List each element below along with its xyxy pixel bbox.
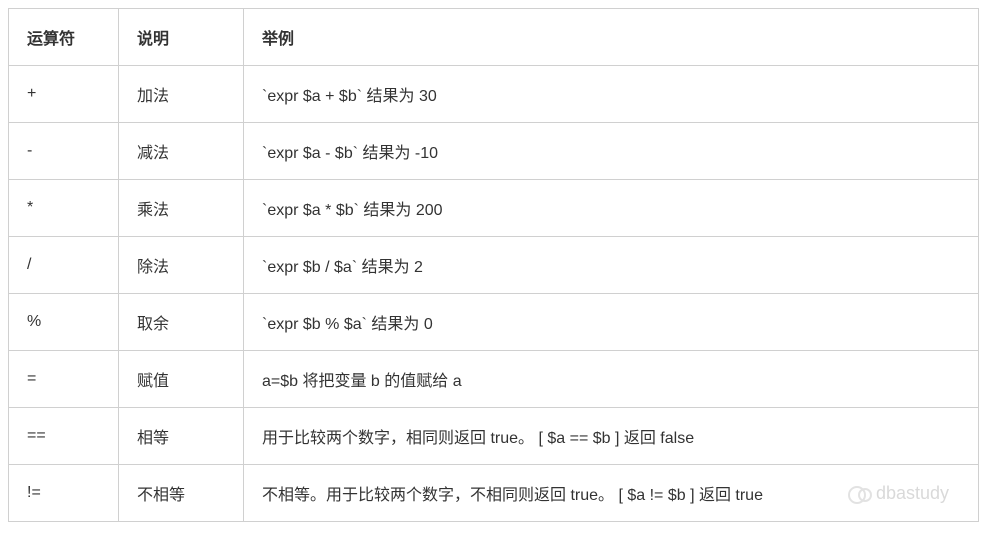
table-row: + 加法 `expr $a + $b` 结果为 30 bbox=[9, 66, 979, 123]
cell-example: `expr $a + $b` 结果为 30 bbox=[244, 66, 979, 123]
table-row: * 乘法 `expr $a * $b` 结果为 200 bbox=[9, 180, 979, 237]
cell-operator: - bbox=[9, 123, 119, 180]
table-row: - 减法 `expr $a - $b` 结果为 -10 bbox=[9, 123, 979, 180]
header-description: 说明 bbox=[119, 9, 244, 66]
table-header-row: 运算符 说明 举例 bbox=[9, 9, 979, 66]
cell-description: 不相等 bbox=[119, 465, 244, 522]
table-row: == 相等 用于比较两个数字，相同则返回 true。 [ $a == $b ] … bbox=[9, 408, 979, 465]
table-row: / 除法 `expr $b / $a` 结果为 2 bbox=[9, 237, 979, 294]
cell-description: 乘法 bbox=[119, 180, 244, 237]
cell-example: `expr $b / $a` 结果为 2 bbox=[244, 237, 979, 294]
cell-example: `expr $b % $a` 结果为 0 bbox=[244, 294, 979, 351]
table-row: != 不相等 不相等。用于比较两个数字，不相同则返回 true。 [ $a !=… bbox=[9, 465, 979, 522]
cell-description: 除法 bbox=[119, 237, 244, 294]
cell-example: a=$b 将把变量 b 的值赋给 a bbox=[244, 351, 979, 408]
cell-operator: % bbox=[9, 294, 119, 351]
table-row: = 赋值 a=$b 将把变量 b 的值赋给 a bbox=[9, 351, 979, 408]
cell-description: 加法 bbox=[119, 66, 244, 123]
cell-operator: != bbox=[9, 465, 119, 522]
cell-example: 用于比较两个数字，相同则返回 true。 [ $a == $b ] 返回 fal… bbox=[244, 408, 979, 465]
cell-example: 不相等。用于比较两个数字，不相同则返回 true。 [ $a != $b ] 返… bbox=[244, 465, 979, 522]
operators-table: 运算符 说明 举例 + 加法 `expr $a + $b` 结果为 30 - 减… bbox=[8, 8, 979, 522]
cell-description: 取余 bbox=[119, 294, 244, 351]
cell-operator: * bbox=[9, 180, 119, 237]
header-example: 举例 bbox=[244, 9, 979, 66]
cell-description: 减法 bbox=[119, 123, 244, 180]
cell-example: `expr $a * $b` 结果为 200 bbox=[244, 180, 979, 237]
cell-description: 赋值 bbox=[119, 351, 244, 408]
header-operator: 运算符 bbox=[9, 9, 119, 66]
cell-operator: + bbox=[9, 66, 119, 123]
document-container: 运算符 说明 举例 + 加法 `expr $a + $b` 结果为 30 - 减… bbox=[8, 8, 979, 522]
cell-operator: / bbox=[9, 237, 119, 294]
table-row: % 取余 `expr $b % $a` 结果为 0 bbox=[9, 294, 979, 351]
cell-operator: = bbox=[9, 351, 119, 408]
cell-description: 相等 bbox=[119, 408, 244, 465]
cell-operator: == bbox=[9, 408, 119, 465]
cell-example: `expr $a - $b` 结果为 -10 bbox=[244, 123, 979, 180]
